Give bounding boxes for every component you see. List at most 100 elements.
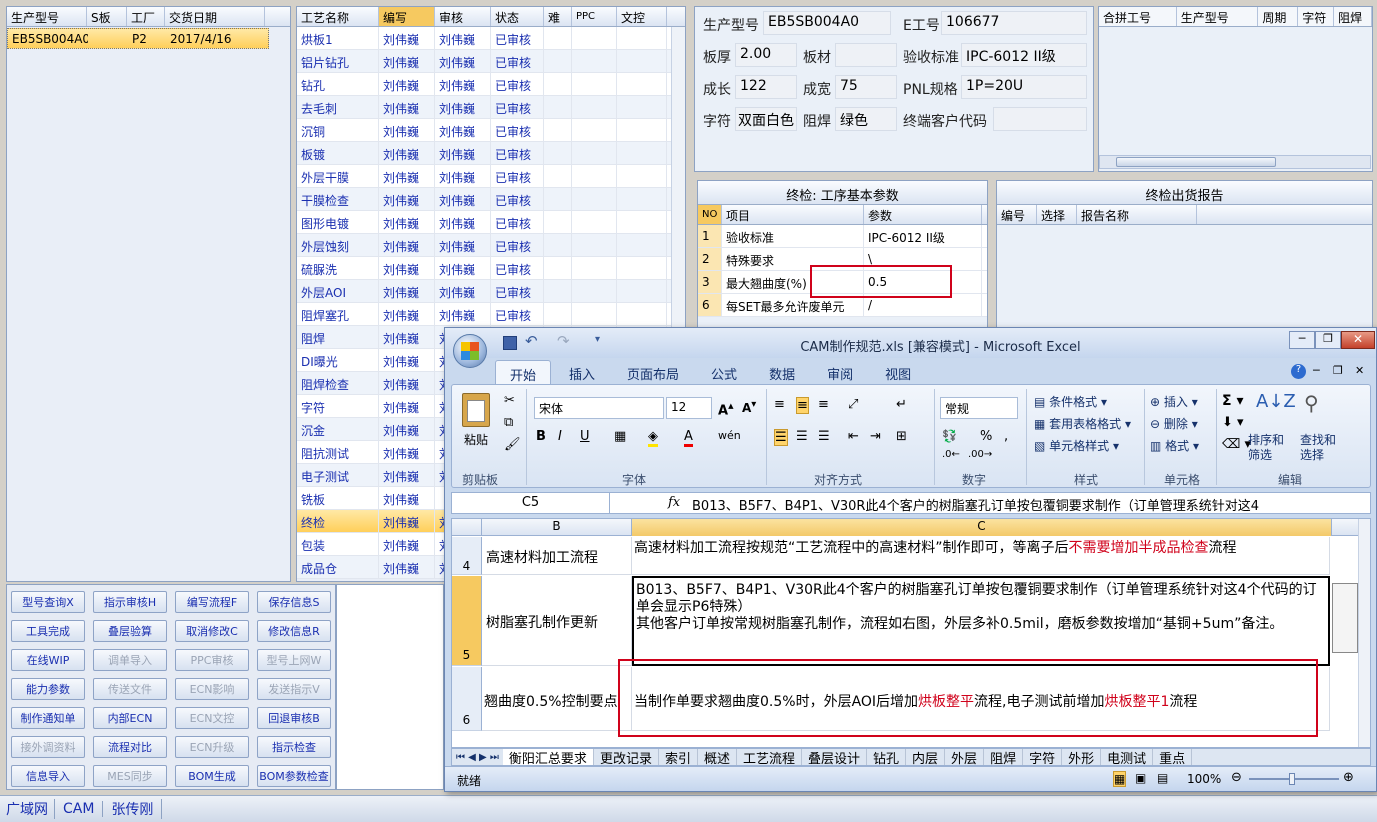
ribbon-close-icon[interactable]: ✕: [1355, 364, 1364, 377]
align-middle-icon[interactable]: ≡: [796, 397, 809, 414]
action-button[interactable]: 取消修改C: [175, 620, 249, 642]
col-doc[interactable]: 文控: [617, 7, 667, 26]
sheet-tab[interactable]: 更改记录: [594, 749, 659, 765]
action-button[interactable]: 指示审核H: [93, 591, 167, 613]
col-rep-select[interactable]: 选择: [1037, 205, 1077, 224]
sheet-tab[interactable]: 概述: [698, 749, 737, 765]
col-item[interactable]: 项目: [722, 205, 864, 224]
action-button[interactable]: ECN影响: [175, 678, 249, 700]
ribbon-tab[interactable]: 插入: [555, 360, 609, 386]
decrease-decimal-icon[interactable]: .00→: [968, 449, 992, 460]
col-merge-char[interactable]: 字符: [1298, 7, 1335, 26]
sheet-tab[interactable]: 工艺流程: [737, 749, 802, 765]
col-merge-cycle[interactable]: 周期: [1258, 7, 1299, 26]
ribbon-restore-icon[interactable]: ❐: [1333, 364, 1343, 377]
horizontal-scrollbar[interactable]: [1099, 155, 1371, 169]
cell-b5[interactable]: 树脂塞孔制作更新: [482, 576, 632, 666]
view-normal-icon[interactable]: ▦: [1113, 771, 1127, 787]
bold-icon[interactable]: B: [536, 429, 546, 444]
action-button[interactable]: 指示检查: [257, 736, 331, 758]
table-row[interactable]: 外层AOI 刘伟巍 刘伟巍 已审核: [297, 280, 685, 303]
paste-icon[interactable]: [462, 393, 490, 427]
wrap-text-icon[interactable]: ↵: [896, 397, 907, 412]
cell-c5[interactable]: B013、B5F7、B4P1、V30R此4个客户的树脂塞孔订单按包覆铜要求制作（…: [632, 576, 1330, 666]
mat-field[interactable]: [835, 43, 897, 67]
action-button[interactable]: 调单导入: [93, 649, 167, 671]
table-row[interactable]: 图形电镀 刘伟巍 刘伟巍 已审核: [297, 211, 685, 234]
col-date[interactable]: 交货日期: [165, 7, 265, 26]
col-merge-model[interactable]: 生产型号: [1177, 7, 1259, 26]
col-rep-name[interactable]: 报告名称: [1077, 205, 1197, 224]
format-cells-button[interactable]: ▥ 格式 ▾: [1150, 437, 1199, 454]
param-row[interactable]: 1 验收标准 IPC-6012 II级: [698, 225, 987, 248]
mask-field[interactable]: 绿色: [835, 107, 897, 131]
col-header-c[interactable]: C: [632, 519, 1332, 536]
cell-b4[interactable]: 高速材料加工流程: [482, 537, 632, 575]
row-header[interactable]: 5: [452, 576, 482, 666]
fx-icon[interactable]: fx: [668, 495, 680, 510]
ribbon-min-icon[interactable]: ─: [1313, 364, 1320, 377]
action-button[interactable]: 内部ECN: [93, 707, 167, 729]
font-name-select[interactable]: 宋体: [534, 397, 664, 419]
action-button[interactable]: 能力参数: [11, 678, 85, 700]
help-icon[interactable]: ?: [1291, 364, 1306, 379]
action-button[interactable]: ECN升级: [175, 736, 249, 758]
sheet-tab[interactable]: 外层: [945, 749, 985, 765]
ribbon-tab[interactable]: 页面布局: [613, 360, 693, 386]
action-button[interactable]: ECN文控: [175, 707, 249, 729]
zoom-level[interactable]: 100%: [1187, 772, 1221, 786]
action-button[interactable]: 叠层验算: [93, 620, 167, 642]
action-button[interactable]: 传送文件: [93, 678, 167, 700]
action-button[interactable]: 在线WIP: [11, 649, 85, 671]
underline-icon[interactable]: U: [580, 429, 590, 444]
vertical-scrollbar[interactable]: [1358, 519, 1370, 747]
col-model[interactable]: 生产型号: [7, 7, 87, 26]
align-top-icon[interactable]: ≡: [774, 397, 785, 412]
conditional-format-button[interactable]: ▤ 条件格式 ▾: [1034, 393, 1107, 410]
zoom-out-icon[interactable]: ⊖: [1231, 770, 1242, 785]
zoom-slider[interactable]: [1249, 773, 1339, 785]
eno-field[interactable]: 106677: [941, 11, 1087, 35]
copy-icon[interactable]: ⧉: [504, 415, 513, 430]
cut-icon[interactable]: ✂: [504, 393, 515, 408]
view-break-icon[interactable]: ▤: [1157, 771, 1168, 785]
action-button[interactable]: 流程对比: [93, 736, 167, 758]
row-header[interactable]: 6: [452, 667, 482, 731]
table-row[interactable]: 硫脲洗 刘伟巍 刘伟巍 已审核: [297, 257, 685, 280]
fill-color-icon[interactable]: ◈: [648, 429, 658, 447]
fill-icon[interactable]: ⬇ ▾: [1222, 415, 1244, 430]
sheet-tab[interactable]: 内层: [906, 749, 946, 765]
pnl-field[interactable]: 1P=20U: [961, 75, 1087, 99]
format-painter-icon[interactable]: 🖌: [504, 437, 521, 452]
cell-style-button[interactable]: ▧ 单元格样式 ▾: [1034, 437, 1119, 454]
number-format-select[interactable]: 常规: [940, 397, 1018, 419]
merge-center-icon[interactable]: ⊞: [896, 429, 907, 444]
align-left-icon[interactable]: ☰: [774, 429, 788, 446]
sort-filter-button[interactable]: 排序和筛选: [1248, 433, 1288, 463]
increase-decimal-icon[interactable]: .0←: [942, 449, 960, 460]
len-field[interactable]: 122: [735, 75, 797, 99]
action-button[interactable]: 修改信息R: [257, 620, 331, 642]
table-row[interactable]: 钻孔 刘伟巍 刘伟巍 已审核: [297, 73, 685, 96]
action-button[interactable]: MES同步: [93, 765, 167, 787]
table-row[interactable]: 铝片钻孔 刘伟巍 刘伟巍 已审核: [297, 50, 685, 73]
delete-cells-button[interactable]: ⊖ 删除 ▾: [1150, 415, 1198, 432]
sheet-tab[interactable]: 外形: [1062, 749, 1102, 765]
table-row[interactable]: 阻焊塞孔 刘伟巍 刘伟巍 已审核: [297, 303, 685, 326]
sheet-tab[interactable]: 字符: [1023, 749, 1063, 765]
sheet-tab[interactable]: 重点: [1153, 749, 1193, 765]
table-row[interactable]: 沉铜 刘伟巍 刘伟巍 已审核: [297, 119, 685, 142]
col-status[interactable]: 状态: [491, 7, 544, 26]
action-button[interactable]: 型号上网W: [257, 649, 331, 671]
find-select-icon[interactable]: ⚲: [1304, 391, 1319, 415]
row-header[interactable]: 4: [452, 537, 482, 575]
clear-icon[interactable]: ⌫ ▾: [1222, 437, 1251, 452]
action-button[interactable]: 型号查询X: [11, 591, 85, 613]
action-button[interactable]: 保存信息S: [257, 591, 331, 613]
sort-filter-icon[interactable]: A↓Z: [1256, 391, 1296, 412]
action-button[interactable]: 制作通知单: [11, 707, 85, 729]
action-button[interactable]: 接外调资料: [11, 736, 85, 758]
sum-icon[interactable]: Σ ▾: [1222, 393, 1243, 409]
sheet-tab[interactable]: 阻焊: [984, 749, 1024, 765]
align-center-icon[interactable]: ☰: [796, 429, 808, 444]
